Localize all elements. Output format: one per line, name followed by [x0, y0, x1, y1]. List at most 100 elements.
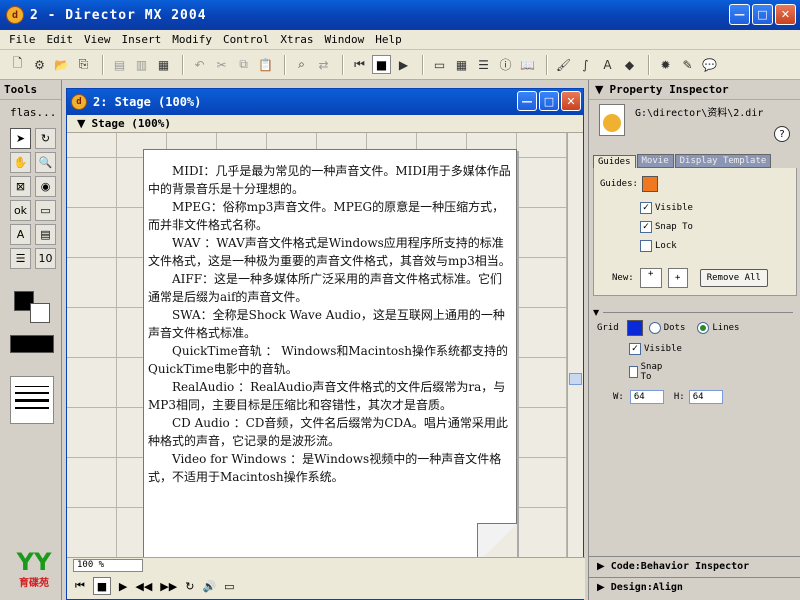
help-icon[interactable]: ? — [774, 126, 790, 142]
minimize-button[interactable]: — — [729, 4, 750, 25]
rewind-icon[interactable]: ⏮ — [350, 55, 369, 74]
library-icon[interactable]: 📖 — [518, 55, 537, 74]
copy-icon[interactable]: ⧉ — [234, 55, 253, 74]
rotate-tool-icon[interactable]: ↻ — [35, 128, 56, 149]
grid-snap-checkbox[interactable] — [629, 366, 638, 378]
new-cast-icon[interactable]: ⚙ — [30, 55, 49, 74]
text-tool-icon[interactable]: A — [10, 224, 31, 245]
text-sprite[interactable]: MIDI：几乎是最为常见的一种声音文件。MIDI用于多媒体作品中的背景音乐是十分… — [143, 149, 517, 557]
menu-view[interactable]: View — [79, 33, 117, 46]
grid-height-input[interactable]: 64 — [688, 390, 723, 404]
list-box-tool-icon[interactable]: ▤ — [35, 224, 56, 245]
stage-panel-header[interactable]: ▼ Stage (100%) — [67, 115, 583, 133]
stage-window-icon[interactable]: ▭ — [430, 55, 449, 74]
stage-canvas[interactable]: MIDI：几乎是最为常见的一种声音文件。MIDI用于多媒体作品中的背景音乐是十分… — [67, 133, 569, 557]
save-all-icon[interactable]: ▥ — [132, 55, 151, 74]
menu-control[interactable]: Control — [218, 33, 275, 46]
property-inspector-icon[interactable]: ⓘ — [496, 55, 515, 74]
rewind-icon[interactable]: ⏮ — [75, 579, 85, 593]
close-button[interactable]: ✕ — [775, 4, 796, 25]
design-align-panel[interactable]: ▶ Design:Align — [589, 577, 800, 597]
field-tool-icon[interactable]: ▭ — [35, 200, 56, 221]
undo-icon[interactable]: ↶ — [190, 55, 209, 74]
step-forward-icon[interactable]: ▶▶ — [160, 580, 177, 593]
grid-lines-radio[interactable] — [697, 322, 710, 334]
cut-icon[interactable]: ✂ — [212, 55, 231, 74]
stop-icon[interactable]: ■ — [92, 577, 111, 595]
stop-icon[interactable]: ■ — [372, 55, 391, 74]
radio-button-tool-icon[interactable]: ◉ — [35, 176, 56, 197]
step-back-icon[interactable]: ◀◀ — [135, 580, 152, 593]
menu-help[interactable]: Help — [370, 33, 408, 46]
page-curl-decoration — [477, 523, 517, 557]
score-window-icon[interactable]: ☰ — [474, 55, 493, 74]
new-vertical-guide-icon[interactable]: + — [667, 268, 688, 288]
numeric-stepper-tool-icon[interactable]: 10 — [35, 248, 56, 269]
text-icon[interactable]: A — [598, 55, 617, 74]
open-icon[interactable]: 📂 — [52, 55, 71, 74]
menu-xtras[interactable]: Xtras — [275, 33, 319, 46]
maximize-button[interactable]: □ — [752, 4, 773, 25]
collapse-arrow-icon[interactable]: ▼ — [593, 308, 599, 317]
hand-tool-icon[interactable]: ✋ — [10, 152, 31, 173]
background-color-chip[interactable] — [30, 303, 50, 323]
button-tool-icon[interactable]: ok — [10, 200, 31, 221]
script-icon[interactable]: ✎ — [678, 55, 697, 74]
paste-icon[interactable]: 📋 — [256, 55, 275, 74]
line-width-selector[interactable] — [10, 376, 54, 424]
behavior-icon[interactable]: ✹ — [656, 55, 675, 74]
play-icon[interactable]: ▶ — [394, 55, 413, 74]
volume-icon[interactable]: 🔊 — [202, 580, 216, 593]
guides-visible-checkbox[interactable]: ✓ — [640, 202, 652, 214]
message-icon[interactable]: 💬 — [700, 55, 719, 74]
guides-lock-checkbox[interactable] — [640, 240, 652, 252]
menu-file[interactable]: File — [4, 33, 42, 46]
zoom-select[interactable]: 100 % — [73, 559, 143, 572]
expand-arrow-icon: ▶ — [597, 582, 605, 593]
selected-frames-icon[interactable]: ▭ — [224, 580, 234, 593]
pattern-chip[interactable] — [10, 335, 54, 353]
exchange-cast-icon[interactable]: ⇄ — [314, 55, 333, 74]
tab-guides[interactable]: Guides — [593, 155, 636, 168]
menu-modify[interactable]: Modify — [167, 33, 218, 46]
new-movie-icon[interactable]: 🗋 — [8, 55, 27, 74]
remove-all-button[interactable]: Remove All — [699, 269, 768, 287]
paint-icon[interactable]: 🖌 — [554, 55, 573, 74]
play-icon[interactable]: ▶ — [119, 580, 127, 593]
stage-window-titlebar[interactable]: d 2: Stage (100%) — □ ✕ — [67, 89, 583, 115]
stage-vertical-scrollbar[interactable] — [567, 133, 583, 557]
zoom-tool-icon[interactable]: 🔍 — [35, 152, 56, 173]
import-icon[interactable]: ⎘ — [74, 55, 93, 74]
tab-movie[interactable]: Movie — [636, 154, 674, 168]
tool-set-selector[interactable]: flas... — [0, 100, 61, 124]
arrow-tool-icon[interactable]: ➤ — [10, 128, 31, 149]
stage-maximize-button[interactable]: □ — [539, 91, 559, 111]
code-behavior-inspector-panel[interactable]: ▶ Code:Behavior Inspector — [589, 556, 800, 576]
property-inspector-header[interactable]: ▼ Property Inspector — [589, 80, 800, 100]
menu-window[interactable]: Window — [319, 33, 370, 46]
new-horizontal-guide-icon[interactable]: + — [639, 268, 662, 288]
combo-box-tool-icon[interactable]: ☰ — [10, 248, 31, 269]
grid-dots-radio[interactable] — [648, 322, 661, 334]
menu-insert[interactable]: Insert — [117, 33, 168, 46]
cast-window-icon[interactable]: ▦ — [452, 55, 471, 74]
menu-edit[interactable]: Edit — [42, 33, 80, 46]
find-icon[interactable]: ⌕ — [292, 55, 311, 74]
tab-display-template[interactable]: Display Template — [674, 154, 772, 168]
guides-color-chip[interactable] — [641, 176, 658, 192]
publish-icon[interactable]: ▦ — [154, 55, 173, 74]
stage-close-button[interactable]: ✕ — [561, 91, 581, 111]
save-icon[interactable]: ▤ — [110, 55, 129, 74]
scroll-thumb[interactable] — [569, 373, 582, 385]
stage-control-bar: ⏮ ■ ▶ ◀◀ ▶▶ ↻ 🔊 ▭ — [67, 573, 585, 599]
loop-icon[interactable]: ↻ — [185, 580, 194, 593]
vector-shape-icon[interactable]: ∫ — [576, 55, 595, 74]
guides-snap-checkbox[interactable]: ✓ — [640, 221, 652, 233]
grid-color-chip[interactable] — [626, 320, 643, 336]
grid-width-input[interactable]: 64 — [629, 390, 664, 404]
app-title-bar[interactable]: d 2 - Director MX 2004 — □ ✕ — [0, 0, 800, 30]
push-button-tool-icon[interactable]: ⊠ — [10, 176, 31, 197]
shockwave-3d-icon[interactable]: ◆ — [620, 55, 639, 74]
stage-minimize-button[interactable]: — — [517, 91, 537, 111]
grid-visible-checkbox[interactable]: ✓ — [629, 343, 641, 355]
